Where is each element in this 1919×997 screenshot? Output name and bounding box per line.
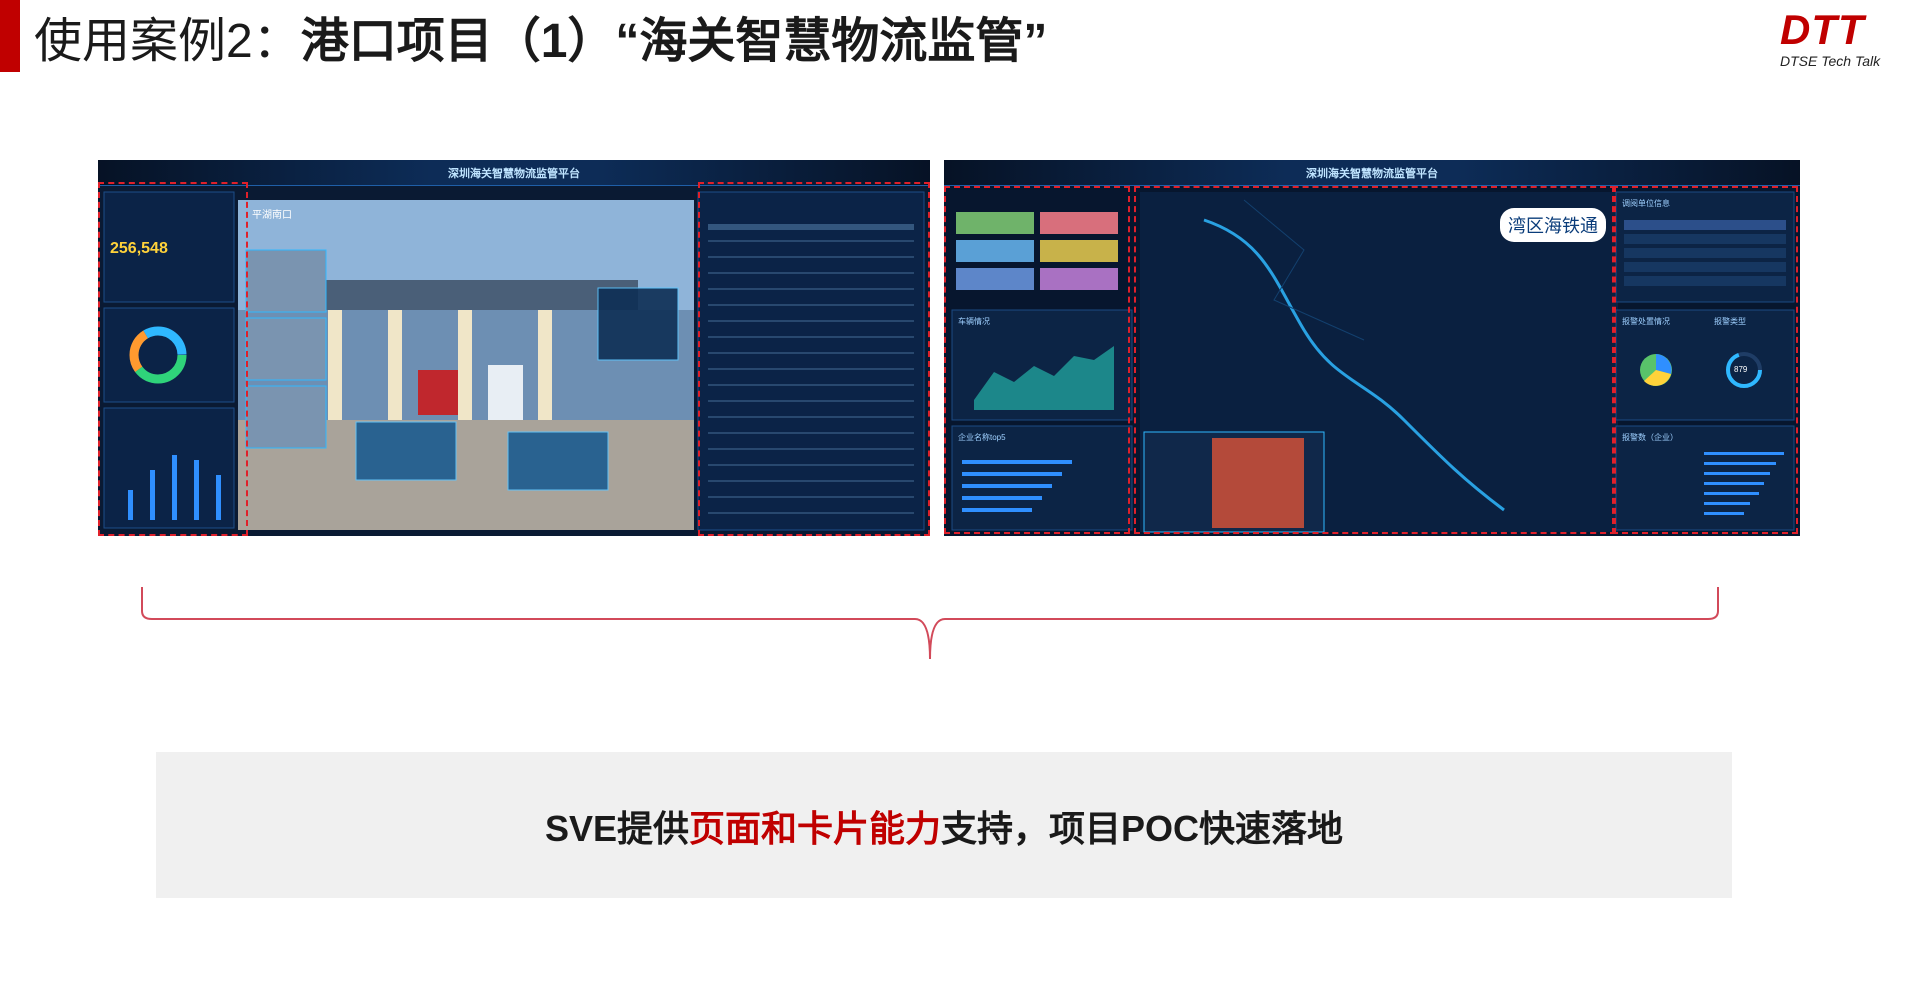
dtt-logo: DTT DTSE Tech Talk [1780, 8, 1900, 72]
summary-text-highlight: 页面和卡片能力 [689, 808, 942, 849]
summary-box: SVE提供页面和卡片能力支持，项目POC快速落地 [156, 752, 1732, 898]
brace-bracket [141, 587, 1719, 660]
summary-text-before: SVE提供 [544, 808, 689, 849]
highlight-right-table [698, 182, 930, 536]
logo-subtitle: DTSE Tech Talk [1780, 53, 1881, 69]
page-title: 使用案例2：港口项目（1）“海关智慧物流监管” [34, 10, 1047, 74]
header-accent-bar [0, 0, 20, 72]
page-title-prefix: 使用案例2： [34, 15, 301, 68]
logo-mark: DTT [1780, 6, 1865, 53]
highlight-right-column [1612, 186, 1798, 534]
highlight-left-column [944, 186, 1130, 534]
summary-text: SVE提供页面和卡片能力支持，项目POC快速落地 [156, 800, 1732, 852]
left-dashboard-screenshot: 深圳海关智慧物流监管平台 256,548 平湖南口 [98, 160, 930, 536]
page-title-main: 港口项目（1）“海关智慧物流监管” [300, 15, 1048, 68]
camera-label: 平湖南口 [252, 210, 292, 221]
summary-text-after: 支持，项目POC快速落地 [941, 808, 1344, 849]
right-dashboard-screenshot: 深圳海关智慧物流监管平台 湾区海铁通 车辆情况 企业名称top5 调阅单位信息 … [944, 160, 1800, 536]
highlight-left-column [98, 182, 248, 536]
highlight-map [1134, 186, 1616, 534]
